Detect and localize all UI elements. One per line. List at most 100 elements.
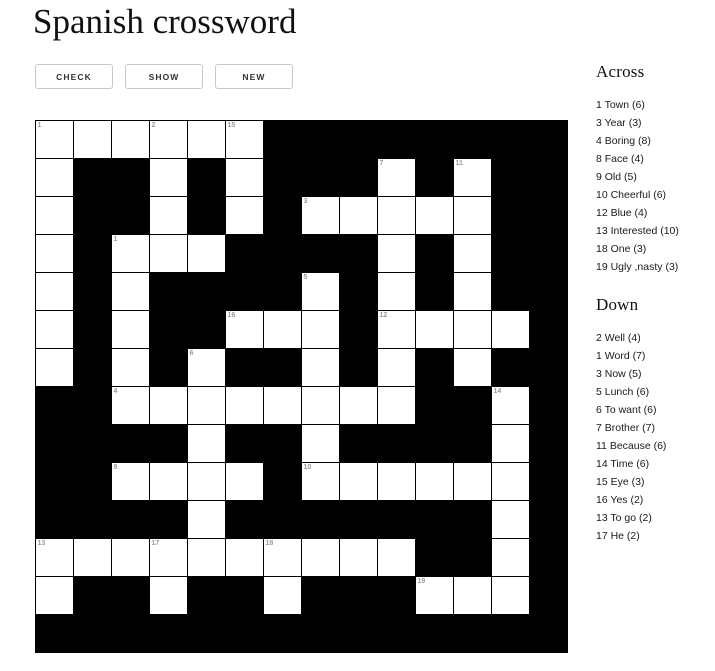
show-button[interactable]: SHOW xyxy=(125,64,203,89)
grid-letter-cell[interactable] xyxy=(187,234,226,273)
cell-letter[interactable] xyxy=(74,539,111,576)
clue-item[interactable]: 14 Time (6) xyxy=(596,455,715,473)
cell-letter[interactable] xyxy=(378,539,415,576)
cell-letter[interactable] xyxy=(150,197,187,234)
grid-letter-cell[interactable] xyxy=(415,462,454,501)
grid-letter-cell[interactable] xyxy=(73,538,112,577)
grid-letter-cell[interactable] xyxy=(187,386,226,425)
grid-letter-cell[interactable] xyxy=(377,348,416,387)
cell-letter[interactable] xyxy=(112,539,149,576)
cell-letter[interactable] xyxy=(36,311,73,348)
cell-letter[interactable] xyxy=(112,311,149,348)
grid-letter-cell[interactable]: 14 xyxy=(491,386,530,425)
grid-letter-cell[interactable] xyxy=(453,196,492,235)
cell-letter[interactable] xyxy=(416,197,453,234)
cell-letter[interactable] xyxy=(112,387,149,424)
grid-letter-cell[interactable] xyxy=(111,120,150,159)
cell-letter[interactable] xyxy=(264,539,301,576)
cell-letter[interactable] xyxy=(378,463,415,500)
grid-letter-cell[interactable] xyxy=(491,310,530,349)
grid-letter-cell[interactable] xyxy=(301,538,340,577)
grid-letter-cell[interactable]: 6 xyxy=(187,348,226,387)
grid-letter-cell[interactable] xyxy=(225,196,264,235)
clue-item[interactable]: 8 Face (4) xyxy=(596,150,715,168)
clue-item[interactable]: 3 Now (5) xyxy=(596,365,715,383)
cell-letter[interactable] xyxy=(150,387,187,424)
cell-letter[interactable] xyxy=(74,121,111,158)
cell-letter[interactable] xyxy=(226,121,263,158)
grid-letter-cell[interactable]: 4 xyxy=(111,386,150,425)
clue-item[interactable]: 18 One (3) xyxy=(596,240,715,258)
grid-letter-cell[interactable] xyxy=(149,576,188,615)
cell-letter[interactable] xyxy=(36,577,73,614)
grid-letter-cell[interactable] xyxy=(491,500,530,539)
grid-letter-cell[interactable] xyxy=(187,120,226,159)
grid-letter-cell[interactable]: 17 xyxy=(149,538,188,577)
grid-letter-cell[interactable] xyxy=(301,386,340,425)
grid-letter-cell[interactable]: 3 xyxy=(301,196,340,235)
grid-letter-cell[interactable]: 1 xyxy=(35,120,74,159)
grid-letter-cell[interactable] xyxy=(339,462,378,501)
grid-letter-cell[interactable]: 15 xyxy=(225,120,264,159)
grid-letter-cell[interactable] xyxy=(35,234,74,273)
crossword-grid[interactable]: 1 2 15 7 11 3 1 5 16 12 6 4 14 9 10 13 17 18 19 xyxy=(35,120,568,653)
clue-item[interactable]: 1 Town (6) xyxy=(596,96,715,114)
cell-letter[interactable] xyxy=(378,159,415,196)
grid-letter-cell[interactable] xyxy=(263,310,302,349)
grid-letter-cell[interactable] xyxy=(377,462,416,501)
cell-letter[interactable] xyxy=(264,577,301,614)
cell-letter[interactable] xyxy=(492,463,529,500)
new-button[interactable]: NEW xyxy=(215,64,293,89)
cell-letter[interactable] xyxy=(226,539,263,576)
cell-letter[interactable] xyxy=(378,387,415,424)
clue-item[interactable]: 1 Word (7) xyxy=(596,347,715,365)
cell-letter[interactable] xyxy=(36,197,73,234)
cell-letter[interactable] xyxy=(340,539,377,576)
grid-letter-cell[interactable] xyxy=(149,234,188,273)
cell-letter[interactable] xyxy=(226,159,263,196)
grid-letter-cell[interactable] xyxy=(35,576,74,615)
cell-letter[interactable] xyxy=(416,577,453,614)
cell-letter[interactable] xyxy=(112,349,149,386)
grid-letter-cell[interactable] xyxy=(301,348,340,387)
grid-letter-cell[interactable] xyxy=(453,272,492,311)
grid-letter-cell[interactable]: 2 xyxy=(149,120,188,159)
clue-item[interactable]: 2 Well (4) xyxy=(596,329,715,347)
cell-letter[interactable] xyxy=(188,463,225,500)
cell-letter[interactable] xyxy=(226,463,263,500)
grid-letter-cell[interactable]: 11 xyxy=(453,158,492,197)
cell-letter[interactable] xyxy=(188,349,225,386)
cell-letter[interactable] xyxy=(454,463,491,500)
cell-letter[interactable] xyxy=(340,387,377,424)
grid-letter-cell[interactable] xyxy=(453,462,492,501)
clue-item[interactable]: 7 Brother (7) xyxy=(596,419,715,437)
grid-letter-cell[interactable] xyxy=(187,500,226,539)
grid-letter-cell[interactable] xyxy=(35,196,74,235)
cell-letter[interactable] xyxy=(150,463,187,500)
check-button[interactable]: CHECK xyxy=(35,64,113,89)
grid-letter-cell[interactable]: 7 xyxy=(377,158,416,197)
cell-letter[interactable] xyxy=(492,387,529,424)
cell-letter[interactable] xyxy=(112,121,149,158)
clue-item[interactable]: 19 Ugly ,nasty (3) xyxy=(596,258,715,276)
clue-item[interactable]: 12 Blue (4) xyxy=(596,204,715,222)
grid-letter-cell[interactable] xyxy=(491,538,530,577)
cell-letter[interactable] xyxy=(112,463,149,500)
grid-letter-cell[interactable] xyxy=(491,462,530,501)
grid-letter-cell[interactable]: 10 xyxy=(301,462,340,501)
cell-letter[interactable] xyxy=(378,235,415,272)
clue-item[interactable]: 13 Interested (10) xyxy=(596,222,715,240)
grid-letter-cell[interactable] xyxy=(453,348,492,387)
grid-letter-cell[interactable] xyxy=(263,386,302,425)
cell-letter[interactable] xyxy=(188,387,225,424)
clue-item[interactable]: 5 Lunch (6) xyxy=(596,383,715,401)
cell-letter[interactable] xyxy=(302,425,339,462)
cell-letter[interactable] xyxy=(454,159,491,196)
cell-letter[interactable] xyxy=(416,463,453,500)
grid-letter-cell[interactable] xyxy=(35,348,74,387)
grid-letter-cell[interactable] xyxy=(225,386,264,425)
clue-item[interactable]: 9 Old (5) xyxy=(596,168,715,186)
cell-letter[interactable] xyxy=(416,311,453,348)
cell-letter[interactable] xyxy=(340,197,377,234)
cell-letter[interactable] xyxy=(302,539,339,576)
